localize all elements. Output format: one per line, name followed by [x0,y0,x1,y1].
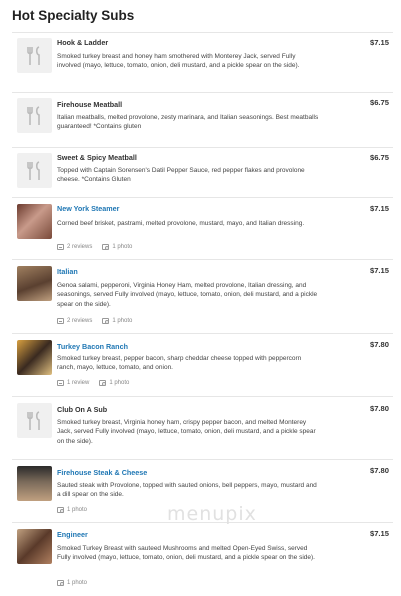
camera-icon [57,580,64,586]
menu-item: Italian $7.15 Genoa salami, pepperoni, V… [12,259,393,333]
camera-icon [102,318,110,324]
item-description: Sauted steak with Provolone, topped with… [57,482,317,499]
item-name: Firehouse Meatball [57,100,123,109]
item-price: $6.75 [369,98,389,107]
item-name: Sweet & Spicy Meatball [57,153,137,162]
watermark-logo: menupix [167,503,257,525]
item-description: Genoa salami, pepperoni, Virginia Honey … [57,282,318,308]
item-meta: 1 photo [57,580,87,586]
item-name-link[interactable]: Engineer [57,530,88,539]
item-photo[interactable] [17,340,52,375]
item-photo[interactable] [17,529,52,564]
item-name: Hook & Ladder [57,38,109,47]
review-icon [57,318,64,324]
camera-icon [102,244,110,250]
item-name-link[interactable]: Firehouse Steak & Cheese [57,468,147,477]
photos-link[interactable]: 1 photo [57,507,87,513]
item-price: $6.75 [369,153,389,162]
item-meta: 2 reviews 1 photo [57,318,132,324]
menu-page: Hot Specialty Subs Hook & Ladder $7.15 S… [0,0,401,596]
item-meta: 2 reviews 1 photo [57,244,132,250]
item-description: Smoked turkey breast, Virginia honey ham… [57,419,316,445]
menu-item: Engineer $7.15 Smoked Turkey Breast with… [12,522,393,592]
item-price: $7.15 [369,266,389,275]
utensils-icon [17,98,52,133]
review-icon [57,244,64,250]
item-price: $7.15 [369,204,389,213]
photos-link[interactable]: 1 photo [102,244,132,250]
reviews-link[interactable]: 2 reviews [57,244,92,250]
menu-item: Club On A Sub $7.80 Smoked turkey breast… [12,396,393,459]
item-name: Club On A Sub [57,405,108,414]
camera-icon [99,380,107,386]
utensils-icon [17,403,52,438]
photos-link[interactable]: 1 photo [102,318,132,324]
photos-link[interactable]: 1 photo [57,580,87,586]
review-icon [57,380,64,386]
menu-item: Sweet & Spicy Meatball $6.75 Topped with… [12,147,393,197]
reviews-link[interactable]: 1 review [57,380,89,386]
item-meta: 1 review 1 photo [57,380,129,386]
utensils-icon [17,38,52,73]
item-description: Italian meatballs, melted provolone, zes… [57,114,319,131]
menu-item: Firehouse Meatball $6.75 Italian meatbal… [12,92,393,147]
item-name-link[interactable]: Italian [57,267,78,276]
menu-item: Turkey Bacon Ranch $7.80 Smoked turkey b… [12,333,393,396]
menu-item: New York Steamer $7.15 Corned beef brisk… [12,197,393,259]
item-price: $7.80 [369,466,389,475]
item-price: $7.80 [369,404,389,413]
item-description: Smoked Turkey Breast with sauteed Mushro… [57,545,315,562]
photos-link[interactable]: 1 photo [99,380,129,386]
camera-icon [57,507,64,513]
item-description: Smoked turkey breast and honey ham smoth… [57,53,300,70]
item-name-link[interactable]: Turkey Bacon Ranch [57,342,128,351]
item-description: Topped with Captain Sorensen's Datil Pep… [57,167,305,184]
item-photo[interactable] [17,204,52,239]
item-description: Smoked turkey breast, pepper bacon, shar… [57,355,302,372]
item-name-link[interactable]: New York Steamer [57,204,119,213]
reviews-link[interactable]: 2 reviews [57,318,92,324]
item-photo[interactable] [17,266,52,301]
menu-item: Hook & Ladder $7.15 Smoked turkey breast… [12,32,393,92]
item-price: $7.80 [369,340,389,349]
utensils-icon [17,153,52,188]
item-price: $7.15 [369,38,389,47]
section-title: Hot Specialty Subs [12,8,135,23]
item-photo[interactable] [17,466,52,501]
item-meta: 1 photo [57,507,87,513]
item-description: Corned beef brisket, pastrami, melted pr… [57,220,305,227]
item-price: $7.15 [369,529,389,538]
